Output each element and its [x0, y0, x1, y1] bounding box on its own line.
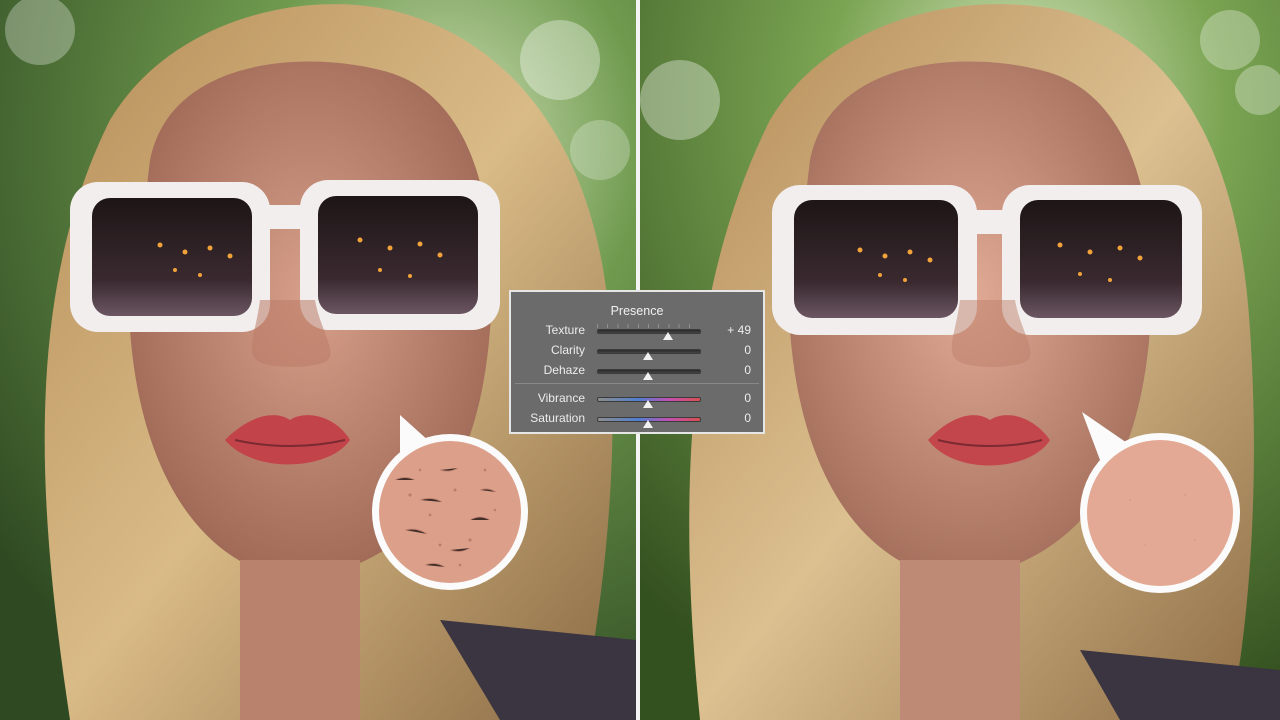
- dehaze-label: Dehaze: [543, 363, 585, 377]
- clarity-slider-row: Clarity 0: [511, 340, 763, 360]
- texture-slider-thumb[interactable]: [663, 332, 674, 340]
- texture-slider[interactable]: [597, 329, 701, 334]
- dehaze-slider-thumb[interactable]: [643, 372, 653, 380]
- dehaze-value[interactable]: 0: [744, 363, 751, 377]
- saturation-value[interactable]: 0: [744, 411, 751, 425]
- panel-separator: [515, 383, 759, 384]
- panel-title: Presence: [610, 304, 664, 318]
- texture-slider-row: Texture + 49: [511, 320, 763, 340]
- clarity-slider-thumb[interactable]: [643, 352, 653, 360]
- texture-ticks: [597, 324, 699, 328]
- saturation-slider-row: Saturation 0: [511, 408, 763, 428]
- saturation-slider-thumb[interactable]: [643, 420, 653, 428]
- dehaze-slider-row: Dehaze 0: [511, 360, 763, 380]
- clarity-value[interactable]: 0: [744, 343, 751, 357]
- texture-label: Texture: [545, 323, 585, 337]
- saturation-label: Saturation: [530, 411, 585, 425]
- vibrance-slider-thumb[interactable]: [643, 400, 653, 408]
- vibrance-value[interactable]: 0: [744, 391, 751, 405]
- vibrance-slider-row: Vibrance 0: [511, 388, 763, 408]
- clarity-label: Clarity: [550, 343, 585, 357]
- presence-panel: Presence Texture + 49 Clarity 0 Dehaze 0…: [509, 290, 765, 434]
- vibrance-label: Vibrance: [537, 391, 585, 405]
- texture-value[interactable]: + 49: [727, 323, 751, 337]
